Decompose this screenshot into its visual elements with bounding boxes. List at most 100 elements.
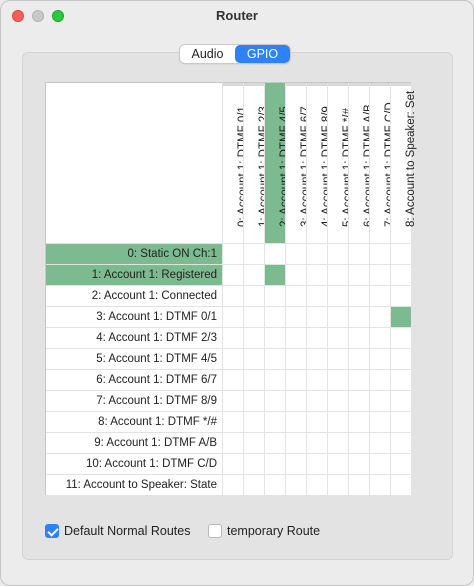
route-cell[interactable] (327, 243, 348, 264)
route-cell[interactable] (390, 474, 411, 495)
route-cell[interactable] (243, 474, 264, 495)
column-header[interactable]: 8: Account to Speaker: Set (390, 83, 417, 243)
column-header[interactable]: 5: Account 1: DTMF */# (327, 83, 354, 243)
route-cell[interactable] (390, 390, 411, 411)
route-cell[interactable] (348, 243, 369, 264)
route-cell[interactable] (369, 264, 390, 285)
route-cell[interactable] (264, 285, 285, 306)
route-cell[interactable] (390, 453, 411, 474)
route-cell[interactable] (285, 369, 306, 390)
route-cell[interactable] (285, 243, 306, 264)
route-cell[interactable] (369, 432, 390, 453)
route-cell[interactable] (243, 306, 264, 327)
route-cell-active[interactable] (264, 264, 285, 285)
route-cell[interactable] (369, 453, 390, 474)
route-cell[interactable] (306, 369, 327, 390)
route-cell[interactable] (369, 327, 390, 348)
route-cell[interactable] (222, 369, 243, 390)
route-cell[interactable] (369, 411, 390, 432)
column-header[interactable]: 6: Account 1: DTMF A/B (348, 83, 375, 243)
route-cell[interactable] (243, 264, 264, 285)
route-cell-active[interactable] (390, 306, 411, 327)
row-header[interactable]: 4: Account 1: DTMF 2/3 (46, 327, 222, 348)
route-cell[interactable] (306, 264, 327, 285)
route-cell[interactable] (285, 474, 306, 495)
route-cell[interactable] (306, 474, 327, 495)
route-cell[interactable] (222, 348, 243, 369)
route-cell[interactable] (306, 327, 327, 348)
default-normal-routes-option[interactable]: Default Normal Routes (45, 524, 190, 538)
route-cell[interactable] (306, 348, 327, 369)
route-cell[interactable] (369, 306, 390, 327)
route-cell[interactable] (243, 411, 264, 432)
route-cell[interactable] (390, 327, 411, 348)
route-cell[interactable] (306, 306, 327, 327)
route-cell[interactable] (327, 348, 348, 369)
route-cell[interactable] (327, 285, 348, 306)
route-cell[interactable] (348, 453, 369, 474)
route-cell[interactable] (264, 411, 285, 432)
route-cell[interactable] (285, 285, 306, 306)
route-cell[interactable] (306, 285, 327, 306)
route-cell[interactable] (243, 453, 264, 474)
row-header[interactable]: 11: Account to Speaker: State (46, 474, 222, 495)
route-cell[interactable] (264, 243, 285, 264)
route-cell[interactable] (327, 453, 348, 474)
route-cell[interactable] (264, 327, 285, 348)
route-cell[interactable] (327, 390, 348, 411)
route-cell[interactable] (348, 306, 369, 327)
route-cell[interactable] (243, 285, 264, 306)
tab-gpio[interactable]: GPIO (235, 45, 290, 63)
route-cell[interactable] (285, 327, 306, 348)
row-header[interactable]: 5: Account 1: DTMF 4/5 (46, 348, 222, 369)
route-cell[interactable] (264, 453, 285, 474)
route-cell[interactable] (369, 285, 390, 306)
route-cell[interactable] (222, 327, 243, 348)
row-header[interactable]: 8: Account 1: DTMF */# (46, 411, 222, 432)
row-header[interactable]: 1: Account 1: Registered (46, 264, 222, 285)
route-cell[interactable] (222, 411, 243, 432)
route-cell[interactable] (390, 348, 411, 369)
row-header[interactable]: 6: Account 1: DTMF 6/7 (46, 369, 222, 390)
route-cell[interactable] (369, 390, 390, 411)
temporary-route-checkbox[interactable] (208, 524, 222, 538)
route-cell[interactable] (222, 285, 243, 306)
route-cell[interactable] (306, 243, 327, 264)
route-cell[interactable] (390, 432, 411, 453)
route-cell[interactable] (222, 453, 243, 474)
route-cell[interactable] (306, 453, 327, 474)
route-cell[interactable] (264, 348, 285, 369)
route-cell[interactable] (285, 348, 306, 369)
route-cell[interactable] (390, 411, 411, 432)
route-cell[interactable] (264, 474, 285, 495)
route-cell[interactable] (285, 306, 306, 327)
route-cell[interactable] (348, 432, 369, 453)
route-cell[interactable] (327, 327, 348, 348)
column-header[interactable]: 0: Account 1: DTMF 0/1 (222, 83, 249, 243)
row-header[interactable]: 7: Account 1: DTMF 8/9 (46, 390, 222, 411)
default-normal-routes-checkbox[interactable] (45, 524, 59, 538)
route-cell[interactable] (264, 306, 285, 327)
route-cell[interactable] (348, 327, 369, 348)
route-cell[interactable] (327, 306, 348, 327)
route-cell[interactable] (306, 390, 327, 411)
route-cell[interactable] (222, 264, 243, 285)
route-cell[interactable] (348, 369, 369, 390)
route-cell[interactable] (243, 390, 264, 411)
route-cell[interactable] (285, 264, 306, 285)
route-cell[interactable] (285, 390, 306, 411)
route-cell[interactable] (390, 264, 411, 285)
route-cell[interactable] (327, 411, 348, 432)
route-cell[interactable] (327, 432, 348, 453)
row-header[interactable]: 10: Account 1: DTMF C/D (46, 453, 222, 474)
route-cell[interactable] (348, 285, 369, 306)
column-header[interactable]: 7: Account 1: DTMF C/D (369, 83, 396, 243)
route-cell[interactable] (306, 432, 327, 453)
tab-audio[interactable]: Audio (180, 45, 235, 63)
route-cell[interactable] (222, 306, 243, 327)
route-cell[interactable] (243, 369, 264, 390)
route-cell[interactable] (348, 264, 369, 285)
route-cell[interactable] (285, 411, 306, 432)
route-cell[interactable] (264, 369, 285, 390)
column-header[interactable]: 4: Account 1: DTMF 8/9 (306, 83, 333, 243)
